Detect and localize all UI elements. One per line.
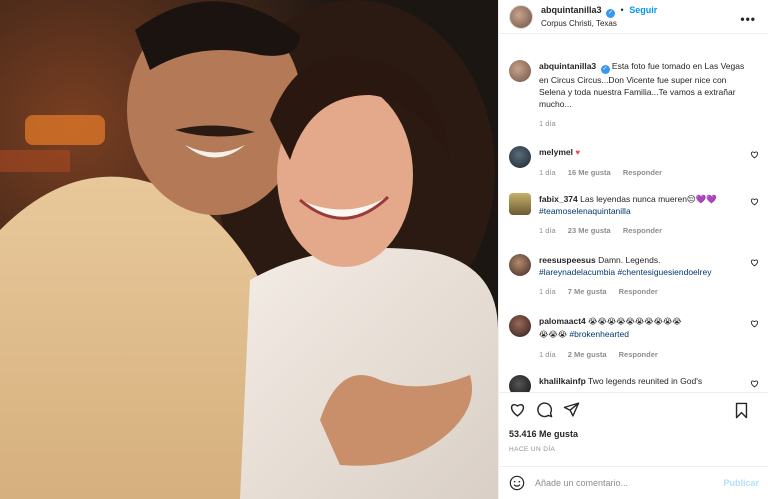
- comment-username[interactable]: fabix_374: [539, 194, 578, 204]
- comment-age: 1 día: [539, 287, 556, 296]
- caption-age: 1 día: [539, 119, 556, 128]
- comment-likes[interactable]: 16 Me gusta: [568, 168, 611, 177]
- author-avatar[interactable]: [509, 4, 533, 29]
- post-location[interactable]: Corpus Christi, Texas: [541, 18, 657, 30]
- comments-list[interactable]: abquintanilla3 ✓ Esta foto fue tomado en…: [499, 52, 768, 392]
- caption: abquintanilla3 ✓ Esta foto fue tomado en…: [509, 60, 759, 130]
- comment-username[interactable]: melymel: [539, 147, 573, 157]
- comment-item: melymel ♥ 1 día 16 Me gusta Responder: [509, 146, 759, 179]
- comment-age: 1 día: [539, 168, 556, 177]
- comment-text: ♥: [575, 148, 581, 157]
- comment-item: reesuspeesus Damn. Legends. #lareynadela…: [509, 254, 759, 298]
- save-icon[interactable]: [734, 402, 749, 419]
- reply-button[interactable]: Responder: [623, 168, 662, 177]
- commenter-avatar[interactable]: [509, 146, 531, 168]
- comment-item: palomaact4 😭😭😭😭😭😭😭😭😭😭 😭😭😭 #brokenhearted…: [509, 315, 759, 361]
- heart-icon[interactable]: [750, 319, 759, 328]
- like-count[interactable]: 53.416 Me gusta: [509, 429, 578, 439]
- heart-icon[interactable]: [750, 197, 759, 206]
- post-panel: abquintanilla3 ✓ • Seguir Corpus Christi…: [498, 0, 768, 499]
- follow-button[interactable]: Seguir: [629, 5, 657, 15]
- verified-icon: ✓: [600, 65, 610, 74]
- comment-likes[interactable]: 23 Me gusta: [568, 226, 611, 235]
- commenter-avatar[interactable]: [509, 375, 531, 392]
- comment-hashtags[interactable]: #lareynadelacumbia #chentesiguesiendoelr…: [539, 267, 711, 277]
- comment-text: Las leyendas nunca mueren😔💜💜: [580, 194, 717, 204]
- comment-username[interactable]: palomaact4: [539, 316, 586, 326]
- comment-hashtags[interactable]: #brokenhearted: [569, 329, 629, 339]
- reply-button[interactable]: Responder: [619, 350, 658, 359]
- author-username[interactable]: abquintanilla3: [541, 5, 602, 15]
- verified-icon: ✓: [606, 8, 616, 18]
- author-avatar[interactable]: [509, 60, 531, 82]
- comment-text-cont: 😭😭😭: [539, 330, 568, 339]
- heart-icon[interactable]: [750, 379, 759, 388]
- separator-dot: •: [620, 4, 624, 15]
- comment-text: Damn. Legends.: [598, 255, 661, 265]
- more-options-icon[interactable]: •••: [740, 12, 756, 26]
- comment-composer: Publicar: [499, 466, 768, 499]
- post-header: abquintanilla3 ✓ • Seguir Corpus Christi…: [499, 0, 768, 34]
- commenter-avatar[interactable]: [509, 315, 531, 337]
- comment-username[interactable]: khalilkainfp: [539, 376, 586, 386]
- comment-age: 1 día: [539, 226, 556, 235]
- comment-likes[interactable]: 2 Me gusta: [568, 350, 607, 359]
- share-icon[interactable]: [563, 401, 580, 418]
- comment-likes[interactable]: 7 Me gusta: [568, 287, 607, 296]
- caption-username[interactable]: abquintanilla3: [539, 61, 596, 71]
- comment-hashtags[interactable]: #teamoselenaquintanilla: [539, 206, 631, 216]
- comment-input[interactable]: [535, 478, 724, 488]
- heart-icon[interactable]: [509, 401, 526, 418]
- heart-icon[interactable]: [750, 150, 759, 159]
- heart-icon[interactable]: [750, 258, 759, 267]
- comment-item: fabix_374 Las leyendas nunca mueren😔💜💜 #…: [509, 193, 759, 237]
- comment-icon[interactable]: [536, 401, 553, 418]
- action-bar: [499, 392, 768, 426]
- comment-text: 😭😭😭😭😭😭😭😭😭😭: [588, 317, 682, 326]
- post-timestamp: HACE UN DÍA: [509, 446, 556, 453]
- comment-item: khalilkainfp Two legends reunited in God…: [509, 375, 759, 392]
- post-photo[interactable]: [0, 0, 498, 499]
- publish-button[interactable]: Publicar: [723, 478, 759, 488]
- reply-button[interactable]: Responder: [623, 226, 662, 235]
- photo-image: [0, 0, 498, 499]
- comment-age: 1 día: [539, 350, 556, 359]
- comment-username[interactable]: reesuspeesus: [539, 255, 596, 265]
- comment-text: Two legends reunited in God's: [587, 376, 703, 386]
- reply-button[interactable]: Responder: [619, 287, 658, 296]
- commenter-avatar[interactable]: [509, 254, 531, 276]
- emoji-icon[interactable]: [509, 475, 525, 491]
- commenter-avatar[interactable]: [509, 193, 531, 215]
